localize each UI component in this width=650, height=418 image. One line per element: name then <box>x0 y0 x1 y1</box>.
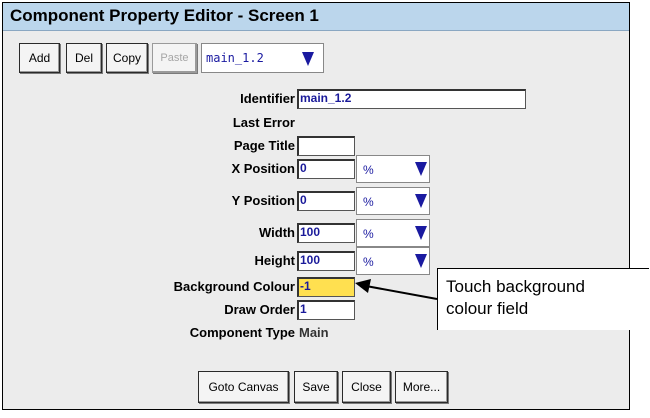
annotation-arrow <box>355 279 438 300</box>
annotation-callout: Touch background colour field <box>437 268 649 330</box>
annotation-line-2: colour field <box>446 299 529 318</box>
annotation-line-1: Touch background <box>446 277 585 296</box>
